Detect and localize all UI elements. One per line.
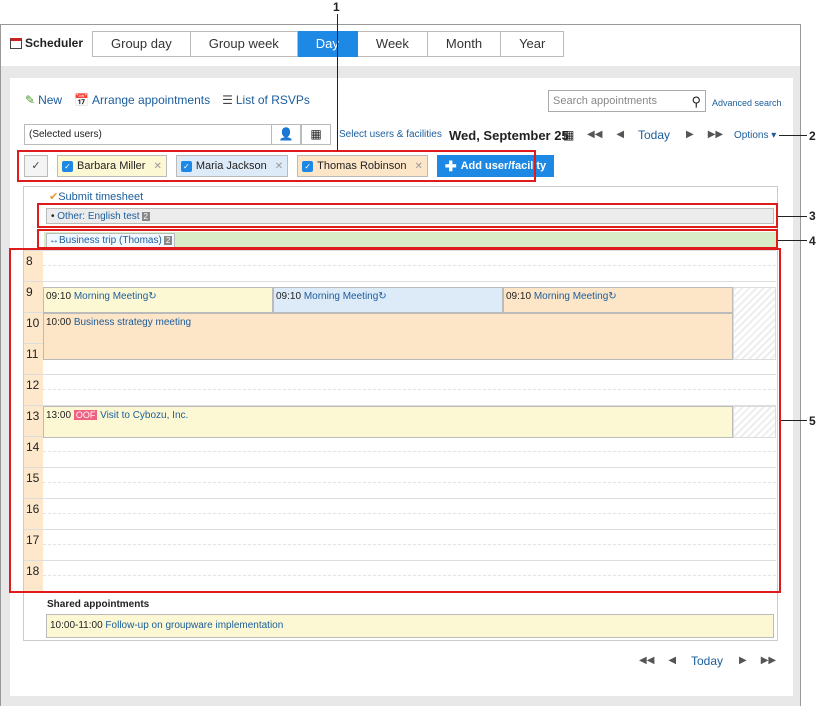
prev-week-icon[interactable]: ◀◀ — [587, 129, 602, 140]
next-day-icon[interactable]: ▶ — [686, 129, 694, 140]
tab-group-day[interactable]: Group day — [92, 31, 191, 57]
list-of-rsvps-button[interactable]: ☰ List of RSVPs — [222, 93, 310, 107]
user-select-dropdown[interactable]: (Selected users) — [24, 124, 272, 145]
shared-appointments-label: Shared appointments — [47, 599, 150, 610]
callout-4: 4 — [809, 234, 816, 248]
callout-5: 5 — [809, 414, 816, 428]
search-input[interactable]: Search appointments ⚲ — [548, 90, 706, 112]
view-tabs: Group day Group week Day Week Month Year — [92, 31, 565, 57]
highlight-box-1 — [17, 150, 536, 182]
calendar-icon — [10, 37, 22, 49]
checkmark-icon: ✔ — [49, 191, 59, 203]
callout-1: 1 — [333, 0, 340, 14]
new-button[interactable]: ✎ New — [25, 93, 62, 107]
tab-month[interactable]: Month — [427, 31, 502, 57]
person-icon: 👤 — [278, 127, 294, 141]
tab-group-week[interactable]: Group week — [190, 31, 298, 57]
highlight-box-4 — [37, 229, 778, 249]
bottom-nav-forward: ▶ ▶▶ — [739, 655, 776, 666]
prev-day-icon[interactable]: ◀ — [616, 129, 624, 140]
nav-forward: ▶ ▶▶ — [686, 129, 723, 140]
bottom-nav-back: ◀◀ ◀ — [639, 655, 676, 666]
options-dropdown[interactable]: Options ▾ — [734, 130, 776, 141]
app-title: Scheduler — [10, 36, 83, 50]
action-bar: ✎ New 📅 Arrange appointments ☰ List of RSVP… — [25, 93, 310, 107]
select-users-facilities-link[interactable]: Select users & facilities — [339, 129, 442, 140]
arrange-appointments-button[interactable]: 📅 Arrange appointments — [74, 93, 210, 107]
callout-3: 3 — [809, 209, 816, 223]
date-picker-icon[interactable]: ▦ — [563, 128, 574, 142]
facility-picker-button[interactable]: ▦ — [301, 124, 331, 145]
callout-line-2 — [779, 135, 807, 136]
callout-line-4 — [778, 240, 807, 241]
callout-line-1 — [337, 14, 338, 151]
prev-week-icon[interactable]: ◀◀ — [639, 655, 654, 666]
facility-icon: ▦ — [310, 127, 322, 141]
today-button[interactable]: Today — [638, 128, 670, 142]
tab-day[interactable]: Day — [297, 31, 358, 57]
edit-icon: ✎ — [25, 93, 36, 107]
callout-line-3 — [778, 216, 807, 217]
shared-appointment[interactable]: 10:00-11:00 Follow-up on groupware imple… — [46, 614, 774, 638]
nav-back: ◀◀ ◀ — [587, 129, 624, 140]
prev-day-icon[interactable]: ◀ — [668, 655, 676, 666]
highlight-box-5 — [9, 248, 781, 593]
highlight-box-3 — [37, 203, 778, 228]
next-week-icon[interactable]: ▶▶ — [708, 129, 723, 140]
calendar-icon: 📅 — [74, 93, 90, 107]
next-day-icon[interactable]: ▶ — [739, 655, 747, 666]
callout-2: 2 — [809, 129, 816, 143]
search-icon[interactable]: ⚲ — [691, 94, 701, 110]
user-picker-button[interactable]: 👤 — [271, 124, 301, 145]
list-icon: ☰ — [222, 93, 233, 107]
submit-timesheet-link[interactable]: ✔Submit timesheet — [49, 190, 143, 203]
tab-year[interactable]: Year — [501, 31, 565, 57]
bottom-today-button[interactable]: Today — [691, 654, 723, 668]
advanced-search-link[interactable]: Advanced search — [712, 98, 782, 108]
next-week-icon[interactable]: ▶▶ — [761, 655, 776, 666]
current-date: Wed, September 25 — [449, 128, 569, 143]
tab-week[interactable]: Week — [357, 31, 428, 57]
callout-line-5 — [781, 420, 807, 421]
